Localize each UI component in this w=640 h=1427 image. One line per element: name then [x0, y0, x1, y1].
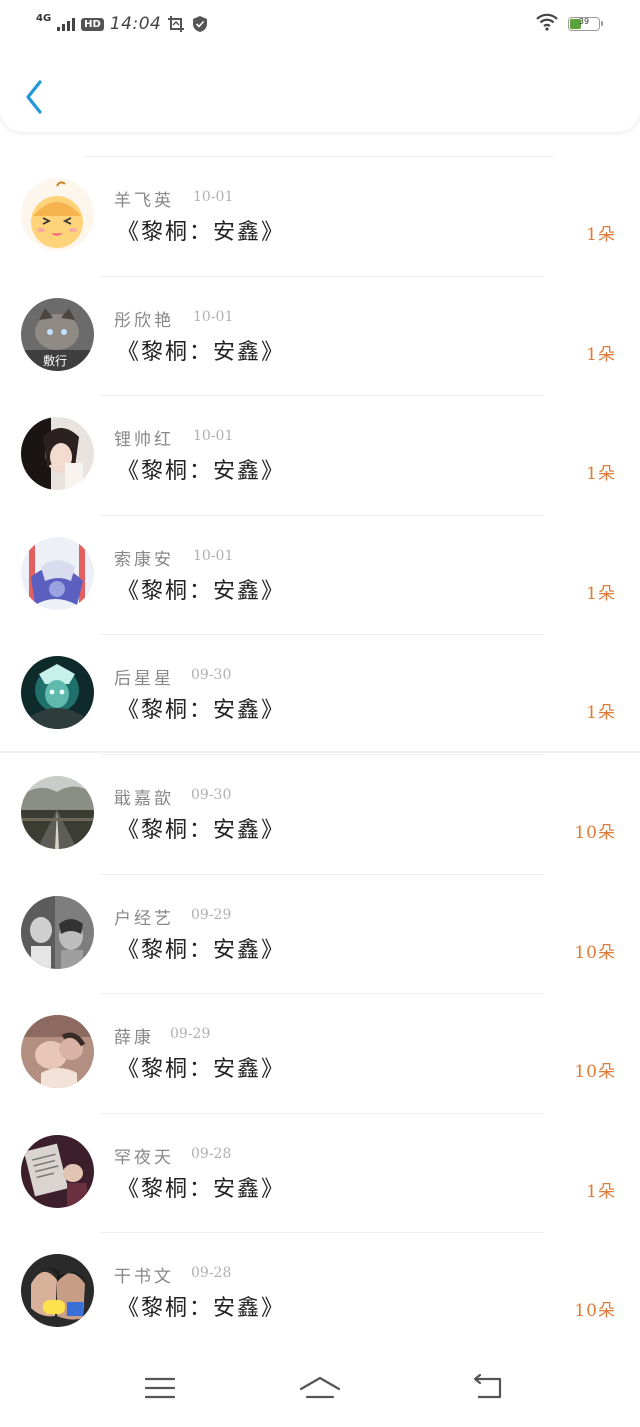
- gift-date: 10-01: [193, 308, 234, 325]
- back-button[interactable]: [20, 78, 50, 116]
- user-name[interactable]: 羊飞英: [114, 186, 174, 211]
- gift-list-item[interactable]: 干书文 09-28 《黎桐：安鑫》 10朵: [0, 1232, 640, 1352]
- back-nav-button[interactable]: [470, 1372, 506, 1404]
- book-title: 《黎桐：安鑫》: [117, 1296, 286, 1322]
- flower-count: 10朵: [574, 942, 616, 963]
- system-nav-bar: [0, 1350, 640, 1427]
- status-left: 4G HD 14:04: [36, 12, 209, 36]
- user-name[interactable]: 薛康: [114, 1023, 154, 1048]
- home-button[interactable]: [298, 1372, 342, 1404]
- row-separator: [100, 753, 544, 755]
- status-bar: 4G HD 14:04 39: [0, 0, 640, 48]
- book-title: 《黎桐：安鑫》: [117, 1057, 286, 1083]
- chevron-left-icon: [26, 80, 42, 114]
- user-name[interactable]: 彤欣艳: [114, 306, 174, 331]
- flower-count: 10朵: [574, 1301, 616, 1322]
- battery-icon: 39: [568, 17, 603, 31]
- gift-list-item[interactable]: 锂帅红 10-01 《黎桐：安鑫》 1朵: [0, 395, 640, 515]
- user-name[interactable]: 后星星: [114, 664, 174, 689]
- gift-list-item[interactable]: 索康安 10-01 《黎桐：安鑫》 1朵: [0, 514, 640, 635]
- gift-date: 09-28: [191, 1265, 232, 1282]
- gift-date: 10-01: [193, 547, 234, 564]
- user-name[interactable]: 罕夜天: [114, 1143, 174, 1168]
- status-time: 14:04: [109, 14, 162, 34]
- flower-count: 1朵: [586, 225, 616, 245]
- row-separator: [100, 993, 544, 995]
- book-title: 《黎桐：安鑫》: [117, 698, 286, 724]
- back-icon: [473, 1373, 502, 1399]
- row-separator: [100, 873, 544, 875]
- user-avatar[interactable]: [21, 656, 94, 730]
- wifi-icon: [536, 13, 558, 35]
- flower-count: 1朵: [586, 464, 616, 485]
- book-title: 《黎桐：安鑫》: [117, 339, 286, 365]
- book-title: 《黎桐：安鑫》: [117, 937, 286, 963]
- user-avatar[interactable]: [21, 1254, 94, 1328]
- network-type: 4G: [36, 12, 52, 24]
- battery-level: 39: [578, 17, 590, 26]
- row-separator: [100, 395, 544, 397]
- gift-date: 10-01: [193, 189, 234, 205]
- book-title: 《黎桐：安鑫》: [117, 1176, 286, 1202]
- user-avatar[interactable]: [21, 178, 94, 251]
- status-right: 39: [536, 13, 603, 35]
- hd-icon: HD: [81, 17, 104, 31]
- user-name[interactable]: 戢嘉歆: [114, 784, 174, 809]
- home-icon: [299, 1376, 341, 1399]
- row-separator: [100, 514, 544, 516]
- signal-icon: [57, 17, 76, 31]
- screenshot-icon: [167, 15, 185, 33]
- user-name[interactable]: 索康安: [114, 545, 174, 570]
- book-title: 《黎桐：安鑫》: [117, 817, 286, 843]
- user-avatar[interactable]: [21, 1015, 94, 1089]
- row-separator: [84, 156, 554, 157]
- svg-text:敷行: 敷行: [43, 353, 67, 368]
- gift-date: 09-30: [191, 667, 232, 684]
- row-separator: [100, 275, 544, 277]
- user-avatar[interactable]: [21, 536, 94, 610]
- gift-date: 10-01: [193, 428, 234, 445]
- menu-button[interactable]: [143, 1372, 177, 1404]
- flower-count: 1朵: [586, 703, 616, 724]
- user-avatar[interactable]: [21, 775, 94, 849]
- flower-count: 1朵: [586, 344, 616, 365]
- user-avatar[interactable]: [21, 417, 94, 491]
- gift-date: 09-28: [191, 1145, 232, 1162]
- row-separator: [100, 634, 544, 636]
- user-name[interactable]: 干书文: [114, 1262, 174, 1287]
- gift-date: 09-29: [170, 1026, 211, 1043]
- gift-date: 09-30: [191, 786, 232, 803]
- top-header: 4G HD 14:04 39: [0, 0, 640, 132]
- gift-list-item[interactable]: 薛康 09-29 《黎桐：安鑫》 10朵: [0, 993, 640, 1113]
- row-separator: [100, 1232, 544, 1234]
- user-avatar[interactable]: [21, 895, 94, 969]
- user-name[interactable]: 户经艺: [114, 904, 174, 929]
- user-avatar[interactable]: 敷行: [21, 297, 94, 371]
- gift-list: 羊飞英 10-01 《黎桐：安鑫》 1朵 敷行 彤欣艳 10-01 《黎桐：安鑫》 1朵 锂帅红 1…: [0, 156, 640, 1352]
- book-title: 《黎桐：安鑫》: [117, 578, 286, 604]
- book-title: 《黎桐：安鑫》: [117, 220, 286, 245]
- shield-icon: [191, 15, 209, 33]
- flower-count: 1朵: [586, 583, 616, 604]
- row-separator: [100, 1112, 544, 1114]
- flower-count: 10朵: [574, 822, 616, 843]
- gift-list-item[interactable]: 敷行 彤欣艳 10-01 《黎桐：安鑫》 1朵: [0, 275, 640, 396]
- book-title: 《黎桐：安鑫》: [117, 459, 286, 485]
- gift-list-item[interactable]: 羊飞英 10-01 《黎桐：安鑫》 1朵: [0, 156, 640, 276]
- user-name[interactable]: 锂帅红: [114, 425, 174, 450]
- gift-list-item[interactable]: 后星星 09-30 《黎桐：安鑫》 1朵: [0, 634, 640, 754]
- user-avatar[interactable]: [21, 1134, 94, 1208]
- menu-icon: [144, 1377, 176, 1399]
- flower-count: 10朵: [574, 1062, 616, 1083]
- gift-list-item[interactable]: 戢嘉歆 09-30 《黎桐：安鑫》 10朵: [0, 753, 640, 874]
- gift-date: 09-29: [191, 906, 232, 923]
- gift-list-item[interactable]: 户经艺 09-29 《黎桐：安鑫》 10朵: [0, 873, 640, 994]
- flower-count: 1朵: [586, 1181, 616, 1202]
- section-divider: [0, 751, 640, 753]
- gift-list-item[interactable]: 罕夜天 09-28 《黎桐：安鑫》 1朵: [0, 1112, 640, 1233]
